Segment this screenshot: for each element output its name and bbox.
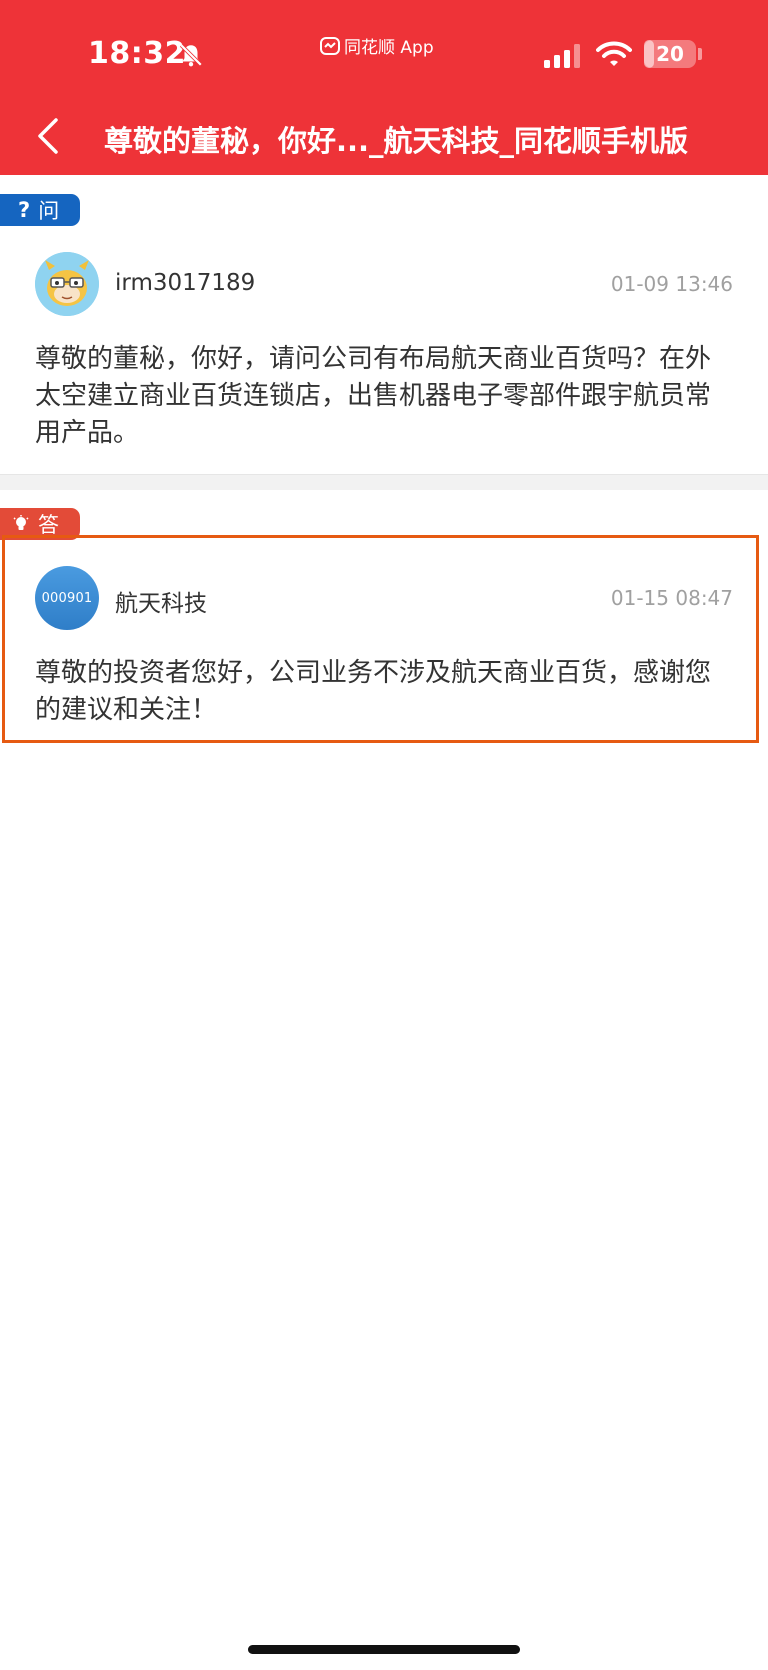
app-header: 18:32 同花顺 App 20 尊敬的董秘，你好..._航天科技_同花顺手机版 [0,0,768,175]
battery-nub [698,48,702,60]
chevron-left-icon[interactable] [34,116,62,156]
answer-text: 尊敬的投资者您好，公司业务不涉及航天商业百货，感谢您的建议和关注！ [35,658,712,725]
status-time: 18:32 [88,36,186,71]
section-divider [0,474,768,490]
company-avatar-code: 000901 [41,590,93,606]
bell-muted-icon [179,43,203,67]
question-tag: ? 问 [0,194,80,226]
question-text: 尊敬的董秘，你好，请问公司有布局航天商业百货吗？在外太空建立商业百货连锁店，出售… [35,344,712,448]
asker-username[interactable]: irm3017189 [115,270,255,296]
battery-icon: 20 [644,40,696,68]
signal-icon [544,44,580,68]
company-avatar[interactable]: 000901 [35,566,99,630]
question-mark-icon: ? [18,198,31,222]
company-name[interactable]: 航天科技 [115,584,207,618]
lightbulb-icon [13,515,29,530]
app-logo-icon [320,36,340,55]
question-tag-label: 问 [38,199,60,223]
answer-timestamp: 01-15 08:47 [610,586,733,610]
battery-level: 20 [656,42,684,66]
app-indicator-label: 同花顺 App [344,38,434,58]
wifi-icon [596,41,632,66]
app-indicator[interactable]: 同花顺 App [320,33,434,58]
home-indicator[interactable] [248,1645,520,1654]
asker-avatar[interactable] [35,252,99,316]
cartoon-bull-avatar-icon [35,252,99,316]
question-timestamp: 01-09 13:46 [610,272,733,296]
page-title: 尊敬的董秘，你好..._航天科技_同花顺手机版 [104,124,689,158]
